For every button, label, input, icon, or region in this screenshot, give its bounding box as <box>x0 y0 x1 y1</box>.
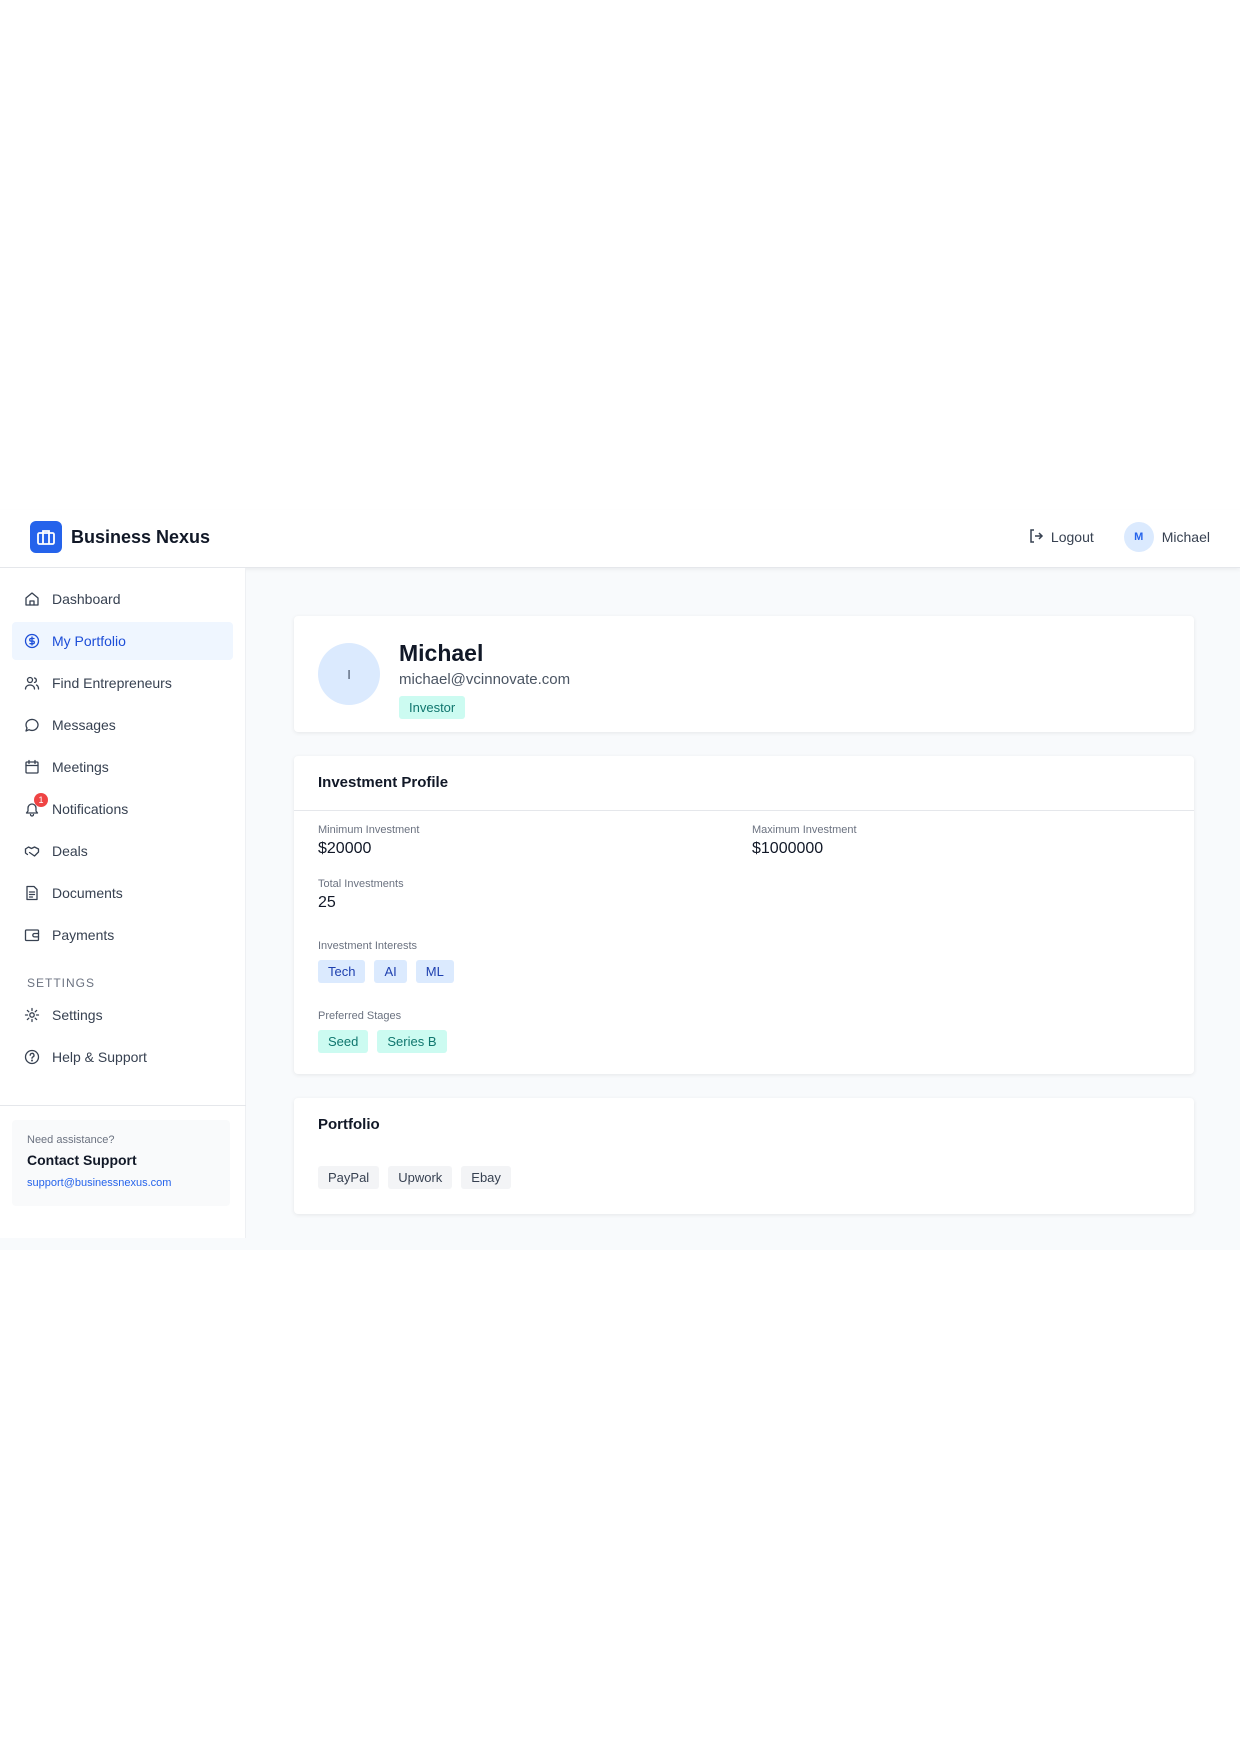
min-investment-label: Minimum Investment <box>318 824 420 836</box>
sidebar-item-notifications[interactable]: 1 Notifications <box>12 790 233 828</box>
sidebar-item-label: Dashboard <box>52 591 121 607</box>
logout-button[interactable]: Logout <box>1028 528 1094 547</box>
message-icon <box>24 717 40 733</box>
max-investment-value: $1000000 <box>752 840 824 857</box>
settings-heading: SETTINGS <box>27 976 96 990</box>
portfolio-company-paypal: PayPal <box>318 1166 380 1189</box>
briefcase-icon <box>30 521 62 553</box>
support-email-link[interactable]: support@businessnexus.com <box>27 1177 215 1189</box>
sidebar-item-meetings[interactable]: Meetings <box>12 748 233 786</box>
gear-icon <box>24 1007 40 1023</box>
notification-count-badge: 1 <box>34 793 48 807</box>
sidebar-item-payments[interactable]: Payments <box>12 916 233 954</box>
sidebar-item-label: Deals <box>52 843 88 859</box>
card-divider <box>294 810 1194 811</box>
sidebar-item-label: Notifications <box>52 801 129 817</box>
support-title: Contact Support <box>27 1152 137 1168</box>
brand[interactable]: Business Nexus <box>30 521 210 553</box>
sidebar-item-label: Help & Support <box>52 1049 147 1065</box>
portfolio-list: PayPal Upwork Ebay <box>318 1166 511 1189</box>
dollar-circle-icon <box>24 633 40 649</box>
portfolio-company-upwork: Upwork <box>388 1166 453 1189</box>
header-actions: Logout M Michael <box>1028 522 1210 552</box>
investment-profile-card: Investment Profile Minimum Investment $2… <box>294 756 1194 1074</box>
brand-name: Business Nexus <box>71 526 211 547</box>
sidebar-item-label: Settings <box>52 1007 103 1023</box>
min-investment-value: $20000 <box>318 840 372 857</box>
profile-card: I Michael michael@vcinnovate.com Investo… <box>294 616 1194 732</box>
stages-list: Seed Series B <box>318 1030 447 1053</box>
interest-tag-ai: AI <box>374 960 407 983</box>
sidebar-item-messages[interactable]: Messages <box>12 706 233 744</box>
help-circle-icon <box>24 1049 40 1065</box>
settings-nav: Settings Help & Support <box>0 996 245 1076</box>
profile-name: Michael <box>399 640 484 666</box>
sidebar-item-documents[interactable]: Documents <box>12 874 233 912</box>
user-menu[interactable]: M Michael <box>1123 522 1210 552</box>
handshake-icon <box>24 843 40 859</box>
sidebar-item-my-portfolio[interactable]: My Portfolio <box>12 622 233 660</box>
sidebar-item-label: Documents <box>52 885 123 901</box>
interest-tag-ml: ML <box>415 960 454 983</box>
profile-avatar: I <box>318 643 380 705</box>
sidebar-item-dashboard[interactable]: Dashboard <box>12 580 233 618</box>
interest-tag-tech: Tech <box>318 960 366 983</box>
sidebar-item-find-entrepreneurs[interactable]: Find Entrepreneurs <box>12 664 233 702</box>
top-header: Business Nexus Logout M Michael <box>0 510 1240 568</box>
sidebar-item-help-and-support[interactable]: Help & Support <box>12 1038 233 1076</box>
support-box: Need assistance? Contact Support support… <box>12 1120 230 1206</box>
sidebar-item-label: Meetings <box>52 759 109 775</box>
sidebar-item-label: Find Entrepreneurs <box>52 675 172 691</box>
user-name: Michael <box>1161 529 1210 545</box>
card-title: Portfolio <box>318 1116 380 1133</box>
interests-list: Tech AI ML <box>318 960 454 983</box>
logout-icon <box>1028 528 1044 547</box>
calendar-icon <box>24 759 40 775</box>
interests-label: Investment Interests <box>318 940 418 952</box>
total-investments-value: 25 <box>318 894 336 911</box>
users-icon <box>24 675 40 691</box>
sidebar-item-settings[interactable]: Settings <box>12 996 233 1034</box>
avatar: M <box>1123 522 1154 552</box>
max-investment-label: Maximum Investment <box>752 824 857 836</box>
sidebar-item-label: Payments <box>52 927 115 943</box>
app-window: Business Nexus Logout M Michael Dashboar… <box>0 510 1240 1250</box>
support-question: Need assistance? <box>27 1134 115 1146</box>
wallet-icon <box>24 927 40 943</box>
stage-tag-series-b: Series B <box>377 1030 447 1053</box>
role-badge: Investor <box>399 696 466 719</box>
portfolio-company-ebay: Ebay <box>461 1166 511 1189</box>
stages-label: Preferred Stages <box>318 1010 402 1022</box>
sidebar-divider <box>0 1105 246 1106</box>
sidebar: Dashboard My Portfolio Find Entrepreneurs M… <box>0 568 246 1238</box>
sidebar-item-label: My Portfolio <box>52 633 126 649</box>
document-icon <box>24 885 40 901</box>
logout-label: Logout <box>1050 529 1094 545</box>
card-title: Investment Profile <box>318 774 449 791</box>
profile-email: michael@vcinnovate.com <box>399 671 571 688</box>
stage-tag-seed: Seed <box>318 1030 369 1053</box>
total-investments-label: Total Investments <box>318 878 404 890</box>
sidebar-nav: Dashboard My Portfolio Find Entrepreneurs M… <box>0 568 245 954</box>
portfolio-card: Portfolio PayPal Upwork Ebay <box>294 1098 1194 1214</box>
home-icon <box>24 591 40 607</box>
sidebar-item-deals[interactable]: Deals <box>12 832 233 870</box>
sidebar-item-label: Messages <box>52 717 116 733</box>
